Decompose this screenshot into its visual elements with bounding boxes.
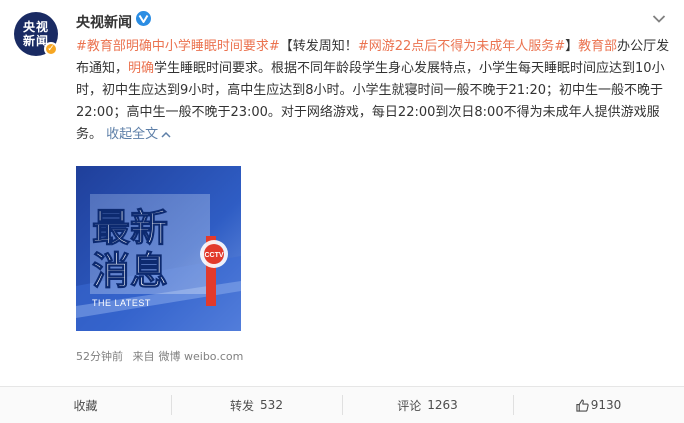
source-prefix: 来自	[132, 350, 155, 363]
avatar-text-line1: 央视	[22, 20, 49, 34]
post-meta: 52分钟前 来自 微博 weibo.com	[76, 348, 249, 364]
image-headline-line2: 消息	[92, 249, 168, 293]
post-source[interactable]: 微博 weibo.com	[159, 350, 244, 363]
comment-button[interactable]: 评论 1263	[342, 387, 513, 423]
thumbs-up-icon	[576, 399, 589, 412]
post-text-segment: 【转发周知！	[279, 39, 358, 54]
repost-button[interactable]: 转发 532	[171, 387, 342, 423]
hashtag-link[interactable]: #网游22点后不得为未成年人服务#	[358, 39, 565, 54]
repost-label: 转发	[230, 398, 255, 413]
post-text-segment: 】	[565, 39, 579, 54]
chevron-up-icon	[161, 131, 171, 138]
like-count: 9130	[590, 398, 622, 412]
vip-verified-icon	[136, 11, 151, 26]
favorite-label: 收藏	[73, 398, 98, 413]
post-text: #教育部明确中小学睡眠时间要求#【转发周知！#网游22点后不得为未成年人服务#】…	[76, 36, 670, 146]
post-image[interactable]: CCTV 最新 消息 THE LATEST	[76, 166, 241, 331]
favorite-button[interactable]: 收藏	[0, 387, 171, 423]
mention-link[interactable]: 教育部	[578, 39, 617, 54]
comment-count: 1263	[427, 398, 458, 412]
dropdown-menu-icon[interactable]	[652, 14, 666, 24]
repost-count: 532	[260, 398, 283, 412]
like-button[interactable]: 9130	[513, 387, 684, 423]
image-logo-text: CCTV	[204, 252, 223, 259]
verified-badge-icon: ✓	[44, 42, 58, 56]
keyword-link[interactable]: 明确	[128, 61, 154, 76]
author-name[interactable]: 央视新闻	[76, 12, 132, 32]
hashtag-link[interactable]: #教育部明确中小学睡眠时间要求#	[76, 39, 280, 54]
image-headline-line1: 最新	[92, 206, 168, 250]
collapse-text-link[interactable]: 收起全文	[106, 127, 171, 142]
image-subtitle: THE LATEST	[92, 298, 151, 308]
action-bar: 收藏 转发 532 评论 1263 9130	[0, 386, 684, 423]
post-time[interactable]: 52分钟前	[76, 350, 123, 363]
collapse-label: 收起全文	[106, 127, 159, 142]
comment-label: 评论	[397, 398, 422, 413]
